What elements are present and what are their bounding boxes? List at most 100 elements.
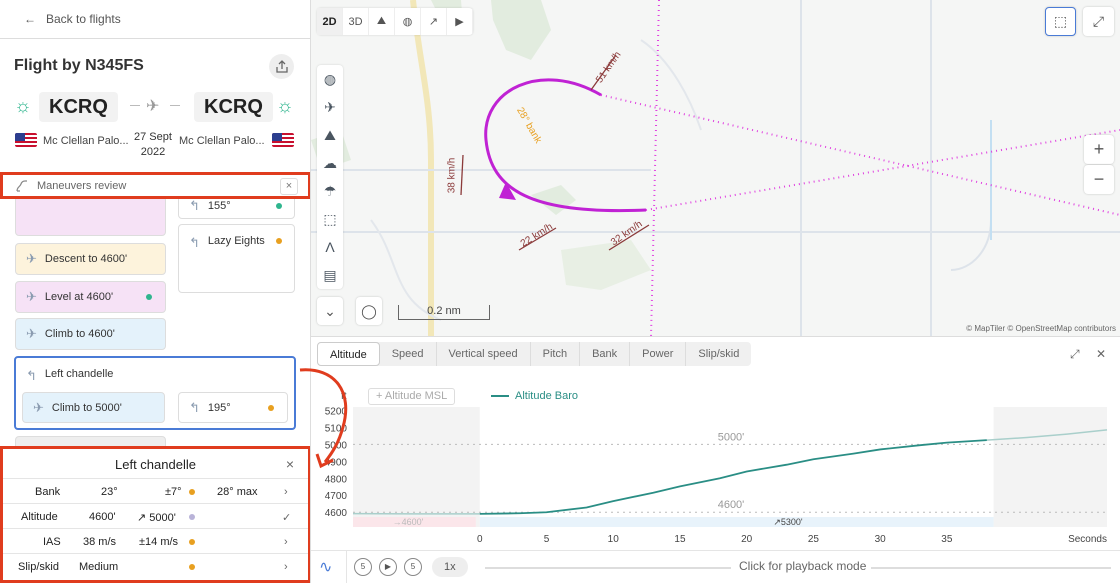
row-extra: 28° max	[217, 486, 258, 498]
maneuver-card[interactable]	[15, 196, 166, 236]
selection-icon[interactable]: ⬚	[317, 205, 343, 233]
terrain-icon[interactable]: ⛰	[369, 8, 395, 35]
detail-row-ias[interactable]: IAS 38 m/s ±14 m/s ›	[3, 528, 308, 553]
route-icon	[16, 179, 27, 192]
band-label: →4600'	[393, 517, 424, 527]
timeline-track[interactable]	[485, 567, 731, 569]
maneuver-card-climb-5000[interactable]: ✈ Climb to 5000'	[22, 392, 165, 423]
map-canvas	[311, 0, 1120, 336]
status-dot	[146, 294, 152, 300]
chart-icon[interactable]: ↗	[421, 8, 447, 35]
terrain-icon[interactable]: ⛰	[317, 121, 343, 149]
timeline-track[interactable]	[871, 567, 1111, 569]
y-tick-label: 4600	[325, 508, 348, 519]
turn-left-icon: ↰	[189, 399, 200, 415]
zoom-in-button[interactable]: +	[1084, 135, 1114, 164]
chevron-right-icon[interactable]: ›	[284, 486, 288, 498]
plane-level-icon: ✈	[26, 289, 37, 304]
map-icon[interactable]: ▤	[317, 261, 343, 289]
cloud-icon[interactable]: ☁	[317, 149, 343, 177]
maneuver-card-climb-4600[interactable]: ✈ Climb to 4600'	[15, 318, 166, 350]
close-maneuvers-button[interactable]: ×	[280, 178, 298, 195]
chevron-right-icon[interactable]: ›	[284, 561, 288, 573]
flight-date: 27 Sept 2022	[134, 130, 172, 160]
play-icon[interactable]: ▶	[379, 558, 397, 576]
rewind-5-icon[interactable]: 5	[354, 558, 372, 576]
maneuvers-review-bar[interactable]: Maneuvers review ×	[0, 172, 310, 199]
view-2d-button[interactable]: 2D	[317, 8, 343, 35]
flight-date-day: 27 Sept	[134, 131, 172, 143]
detail-row-bank[interactable]: Bank 23° ±7° 28° max ›	[3, 478, 308, 503]
altitude-chart[interactable]: ft46004700480049005000510052000 5 10 15 20 25…	[311, 337, 1120, 550]
x-tick-label: 30	[875, 534, 887, 545]
globe-icon[interactable]: ◍	[395, 8, 421, 35]
runway-icon[interactable]: Λ	[317, 233, 343, 261]
plane-icon: ✈	[146, 98, 160, 115]
maneuver-label: Lazy Eights	[207, 235, 265, 247]
row-value: 38 m/s	[83, 536, 117, 548]
row-name: Slip/skid	[18, 561, 59, 573]
maneuver-card-descent[interactable]: ✈ Descent to 4600'	[15, 243, 166, 275]
play-icon[interactable]: ▶	[447, 8, 473, 35]
select-area-button[interactable]: ⬚	[1045, 7, 1076, 36]
divider	[0, 38, 310, 39]
chevron-right-icon[interactable]: ›	[284, 536, 288, 548]
flight-title: Flight by N345FS	[14, 57, 144, 74]
plane-descent-icon: ✈	[26, 251, 37, 266]
view-3d-button[interactable]: 3D	[343, 8, 369, 35]
status-dot	[189, 539, 195, 545]
chevron-down-icon[interactable]: ⌄	[317, 297, 343, 325]
detail-title: Left chandelle	[115, 457, 196, 472]
reference-label: 4600'	[718, 499, 745, 511]
status-dot	[276, 203, 282, 209]
flight-data-panel: Altitude Speed Vertical speed Pitch Bank…	[311, 337, 1120, 583]
zoom-out-button[interactable]: −	[1084, 165, 1114, 194]
divider	[346, 551, 347, 583]
flight-date-year: 2022	[140, 146, 166, 158]
plane-climb-icon: ✈	[33, 399, 44, 415]
mouse-icon[interactable]: ◯	[356, 297, 382, 325]
maneuver-card-lazy-eights[interactable]: ↰ Lazy Eights	[178, 224, 295, 293]
detail-row-slip-skid[interactable]: Slip/skid Medium ›	[3, 553, 308, 578]
chart-shade-after	[993, 407, 1107, 527]
weather-icon[interactable]: ☂	[317, 177, 343, 205]
share-icon	[275, 60, 288, 73]
speed-selector[interactable]: 1x	[432, 557, 468, 577]
forward-5-icon[interactable]: 5	[404, 558, 422, 576]
turn-left-icon: ↰	[189, 235, 200, 250]
arrival-airport-name: Mc Clellan Palo...	[179, 135, 265, 147]
maneuver-detail-panel: Left chandelle × Bank 23° ±7° 28° max › …	[0, 446, 310, 583]
close-icon[interactable]: ×	[286, 456, 294, 472]
back-link[interactable]: ← Back to flights	[24, 12, 121, 26]
turn-left-icon: ↰	[189, 197, 200, 213]
status-dot	[189, 514, 195, 520]
map-view[interactable]: 51 km/h 38 km/h 22 km/h 32 km/h 28° bank…	[311, 0, 1120, 337]
detail-row-altitude[interactable]: Altitude 4600' ↗ 5000' ✓	[3, 503, 308, 528]
us-flag-icon	[15, 133, 37, 147]
status-dot	[189, 564, 195, 570]
wind-label: 38 km/h	[446, 157, 458, 194]
row-value: 4600'	[89, 511, 116, 523]
maneuver-label: Climb to 4600'	[44, 328, 115, 340]
row-tolerance: ↗ 5000'	[137, 512, 176, 524]
maneuver-label: Left chandelle	[44, 368, 114, 380]
plane-icon[interactable]: ✈	[317, 93, 343, 121]
x-tick-label: 25	[808, 534, 820, 545]
check-icon[interactable]: ✓	[282, 511, 291, 524]
globe-icon[interactable]: ◍	[317, 65, 343, 93]
band-label: ↗5300'	[773, 517, 803, 527]
playback-hint[interactable]: Click for playback mode	[739, 559, 866, 573]
maneuver-card-level[interactable]: ✈ Level at 4600'	[15, 281, 166, 313]
row-name: IAS	[43, 536, 61, 548]
y-tick-label: 4700	[325, 491, 348, 502]
row-tolerance: ±7°	[165, 486, 182, 498]
fullscreen-icon[interactable]: ⤢	[1083, 7, 1114, 36]
playback-bar: ∿ 5 ▶ 5 1x Click for playback mode	[311, 550, 1120, 583]
chart-mode-icon[interactable]: ∿	[319, 557, 332, 577]
reference-label: 5000'	[718, 431, 745, 443]
maneuvers-review-label: Maneuvers review	[37, 179, 127, 192]
x-tick-label: 20	[741, 534, 753, 545]
annotation-arrow	[299, 368, 348, 469]
share-button[interactable]	[269, 54, 294, 79]
maneuver-card-heading-195[interactable]: ↰ 195°	[178, 392, 288, 423]
